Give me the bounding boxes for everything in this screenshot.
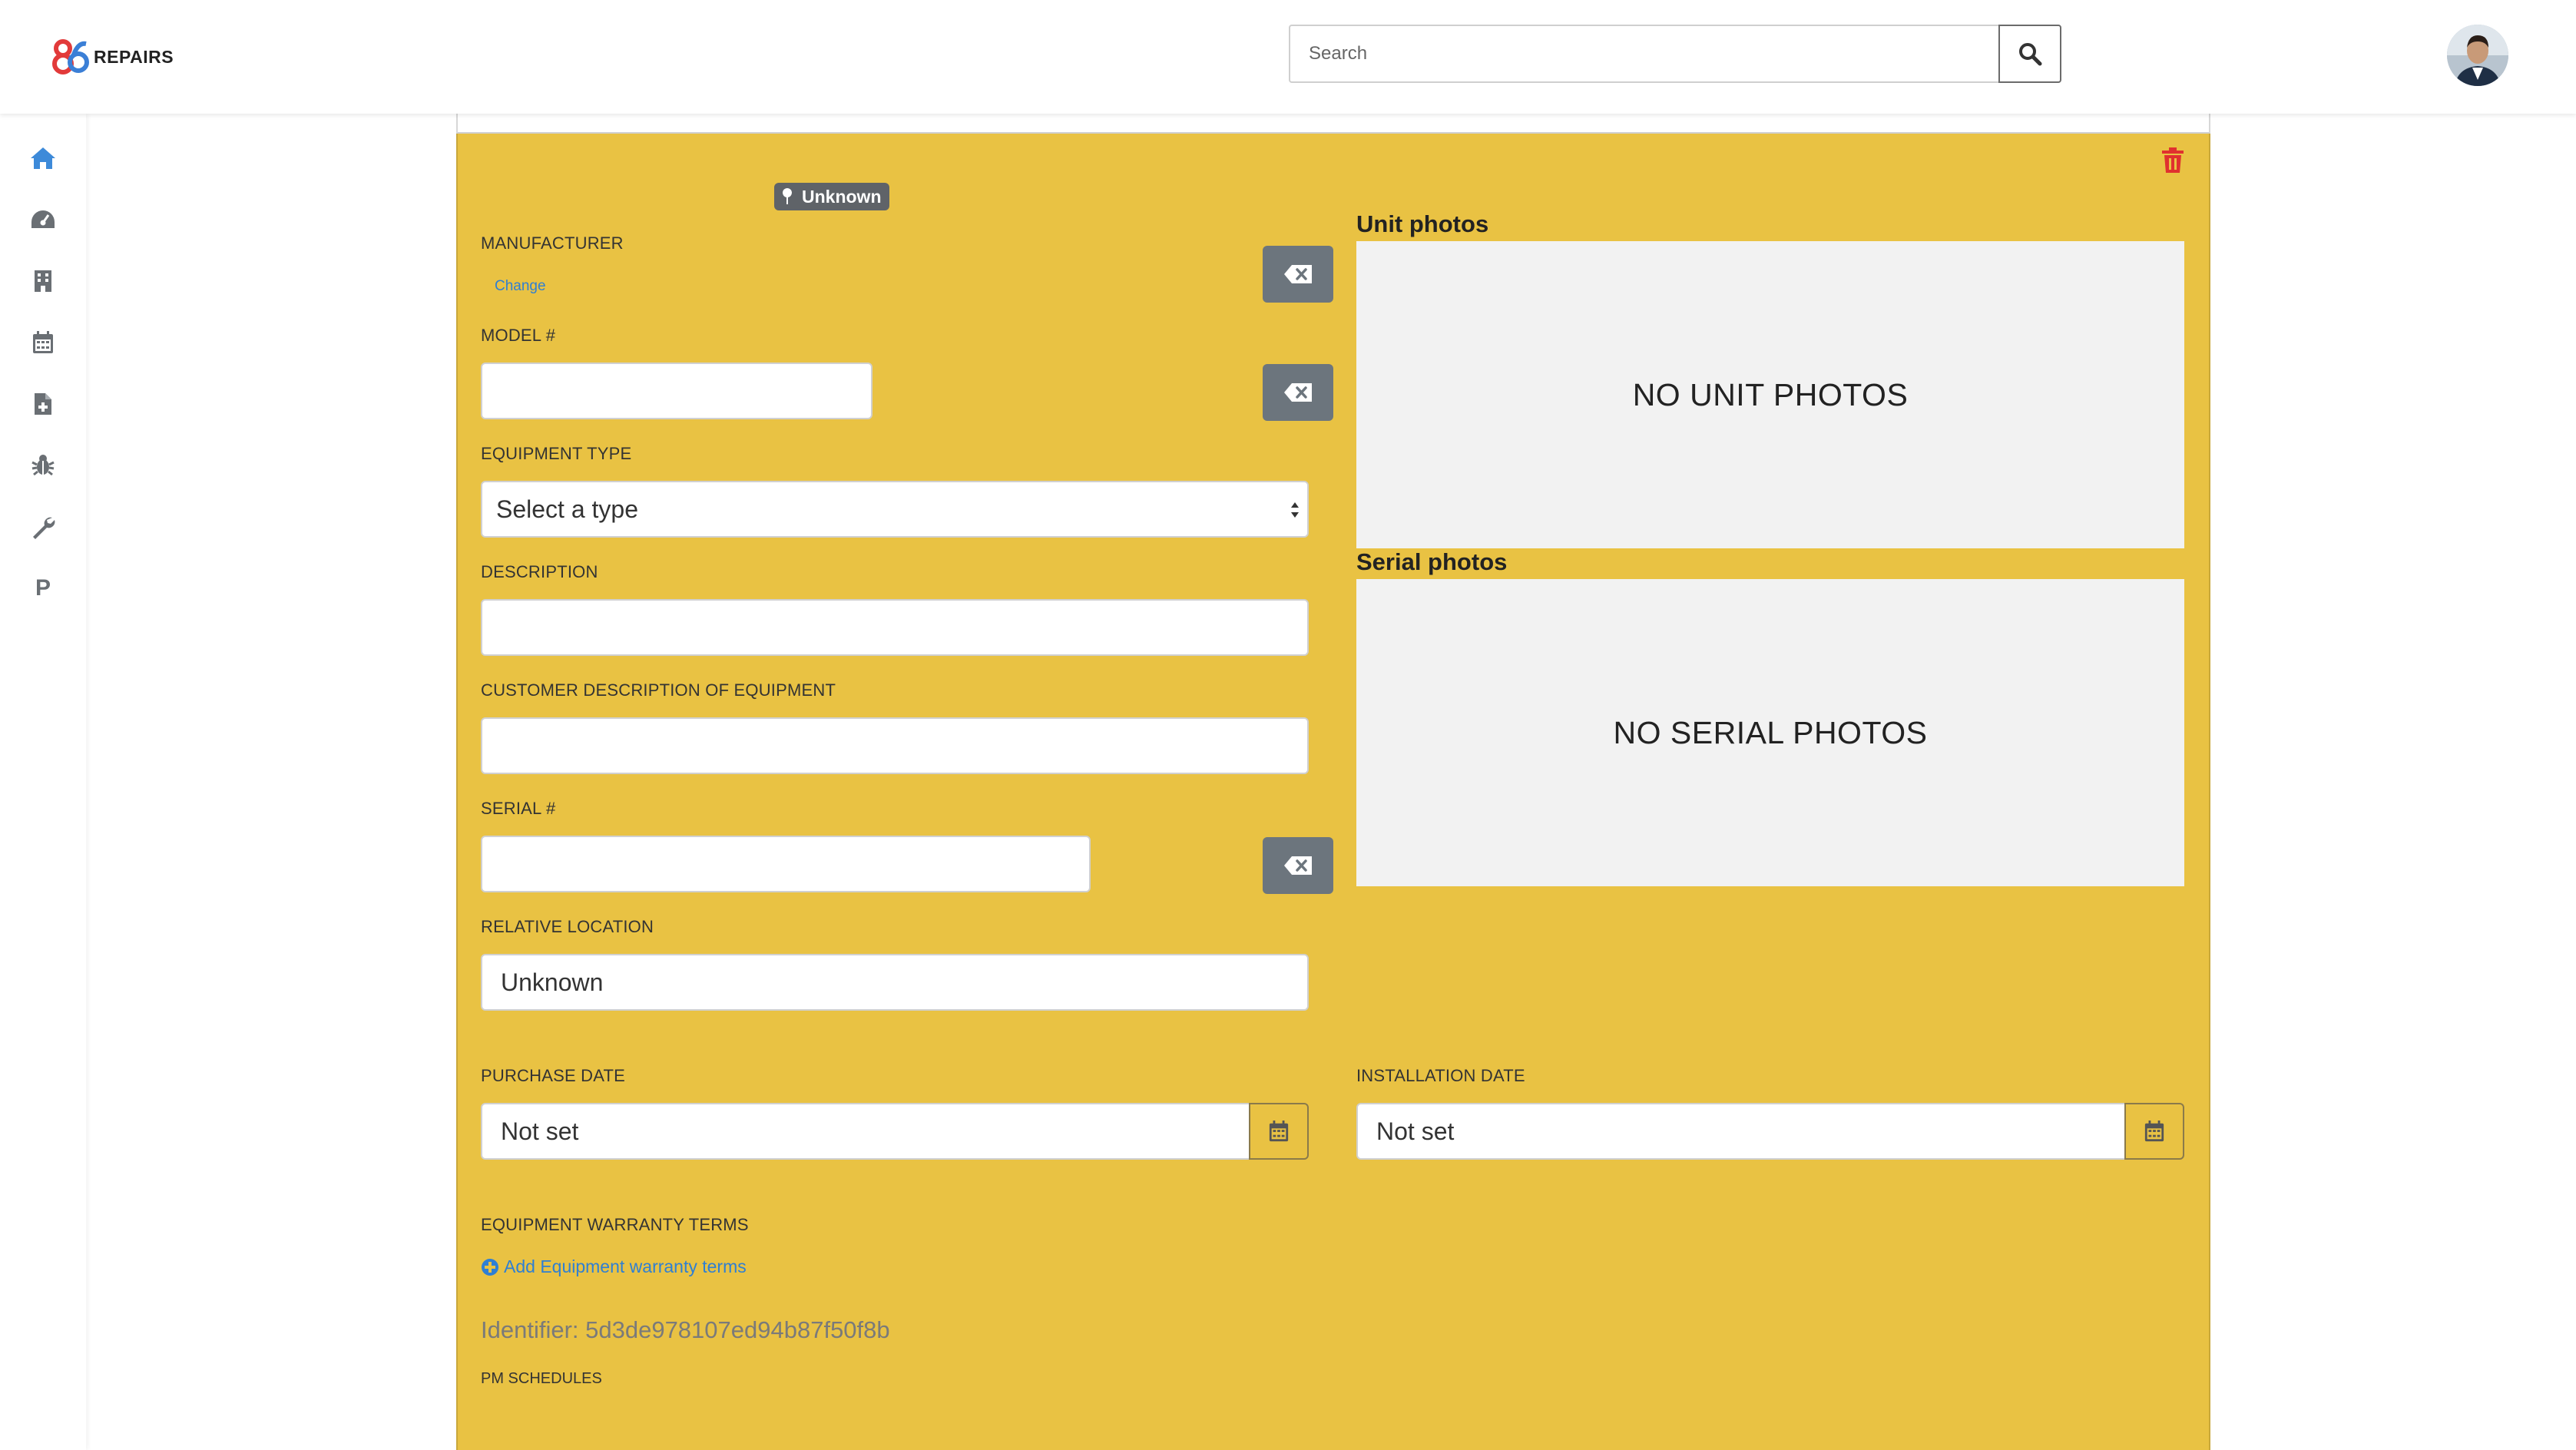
description-label: DESCRIPTION: [481, 562, 598, 581]
customer-description-label: CUSTOMER DESCRIPTION OF EQUIPMENT: [481, 680, 836, 700]
sidebar-item-dashboard[interactable]: [26, 203, 60, 237]
dashboard-icon: [31, 210, 55, 228]
sidebar-item-buildings[interactable]: [26, 264, 60, 298]
plus-circle-icon: [482, 1258, 498, 1276]
purchase-date-label: PURCHASE DATE: [481, 1066, 625, 1085]
relative-location-input[interactable]: Unknown: [481, 954, 1309, 1011]
manufacturer-label: MANUFACTURER: [481, 233, 624, 253]
search-button[interactable]: [1998, 25, 2061, 83]
logo-text: REPAIRS: [94, 46, 174, 67]
serial-input[interactable]: [481, 836, 1091, 892]
home-icon: [31, 147, 55, 169]
logo-mark-icon: [52, 39, 89, 74]
model-label: MODEL #: [481, 326, 556, 345]
unit-photos-area[interactable]: NO UNIT PHOTOS: [1356, 241, 2184, 548]
purchase-date-picker-button[interactable]: [1249, 1103, 1309, 1160]
previous-card-edge: [456, 114, 2210, 134]
delete-button[interactable]: [2161, 147, 2187, 175]
pm-schedules-label: PM SCHEDULES: [481, 1370, 602, 1387]
model-clear-button[interactable]: [1263, 364, 1333, 421]
location-badge: Unknown: [774, 183, 889, 210]
description-input[interactable]: [481, 599, 1309, 656]
sidebar-item-home[interactable]: [26, 141, 60, 175]
calendar-icon: [2144, 1121, 2164, 1142]
sidebar: P: [0, 114, 86, 1450]
app-logo[interactable]: REPAIRS: [52, 38, 174, 75]
installation-date-input[interactable]: Not set: [1356, 1103, 2126, 1160]
equipment-type-select[interactable]: Select a type: [481, 481, 1309, 538]
search-input[interactable]: [1289, 25, 1998, 83]
add-warranty-text: Add Equipment warranty terms: [504, 1256, 747, 1276]
sidebar-item-tools[interactable]: [26, 510, 60, 544]
installation-date-picker-button[interactable]: [2124, 1103, 2184, 1160]
location-badge-text: Unknown: [802, 186, 882, 207]
map-pin-icon: [783, 188, 792, 204]
serial-clear-button[interactable]: [1263, 837, 1333, 894]
unit-photos-empty-text: NO UNIT PHOTOS: [1632, 376, 1909, 412]
sidebar-item-p-label: P: [35, 575, 51, 601]
user-avatar[interactable]: [2447, 25, 2508, 86]
serial-photos-area[interactable]: NO SERIAL PHOTOS: [1356, 579, 2184, 886]
calendar-icon: [33, 331, 53, 353]
purchase-date-input[interactable]: Not set: [481, 1103, 1250, 1160]
installation-date-label: INSTALLATION DATE: [1356, 1066, 1525, 1085]
file-add-icon: [35, 393, 51, 415]
avatar-image: [2447, 25, 2508, 86]
backspace-icon: [1284, 265, 1312, 283]
bug-icon: [31, 455, 55, 476]
search-bar: [1289, 25, 2061, 83]
backspace-icon: [1284, 383, 1312, 402]
serial-label: SERIAL #: [481, 799, 556, 818]
select-arrows-icon: [1291, 502, 1299, 518]
equipment-type-label: EQUIPMENT TYPE: [481, 444, 632, 463]
top-bar: REPAIRS: [0, 0, 2576, 114]
sidebar-item-bugs[interactable]: [26, 449, 60, 482]
identifier-text: Identifier: 5d3de978107ed94b87f50f8b: [481, 1316, 890, 1343]
model-input[interactable]: [481, 362, 872, 419]
add-warranty-link[interactable]: Add Equipment warranty terms: [481, 1256, 747, 1277]
manufacturer-change-link[interactable]: Change: [495, 278, 546, 295]
customer-description-input[interactable]: [481, 717, 1309, 774]
sidebar-item-calendar[interactable]: [26, 326, 60, 359]
equipment-type-selected: Select a type: [496, 495, 638, 523]
equipment-card: Unknown MANUFACTURER Change MODEL # EQUI…: [456, 134, 2210, 1450]
relative-location-label: RELATIVE LOCATION: [481, 917, 654, 936]
calendar-icon: [1269, 1121, 1289, 1142]
trash-icon: [2162, 147, 2184, 173]
manufacturer-clear-button[interactable]: [1263, 246, 1333, 303]
serial-photos-title: Serial photos: [1356, 548, 1508, 575]
sidebar-item-p[interactable]: P: [26, 571, 60, 605]
warranty-label: EQUIPMENT WARRANTY TERMS: [481, 1215, 749, 1234]
wrench-icon: [33, 517, 55, 539]
sidebar-item-new-document[interactable]: [26, 387, 60, 421]
backspace-icon: [1284, 856, 1312, 875]
search-icon: [2019, 43, 2042, 66]
serial-photos-empty-text: NO SERIAL PHOTOS: [1613, 714, 1928, 750]
building-icon: [35, 270, 51, 292]
unit-photos-title: Unit photos: [1356, 210, 1489, 237]
